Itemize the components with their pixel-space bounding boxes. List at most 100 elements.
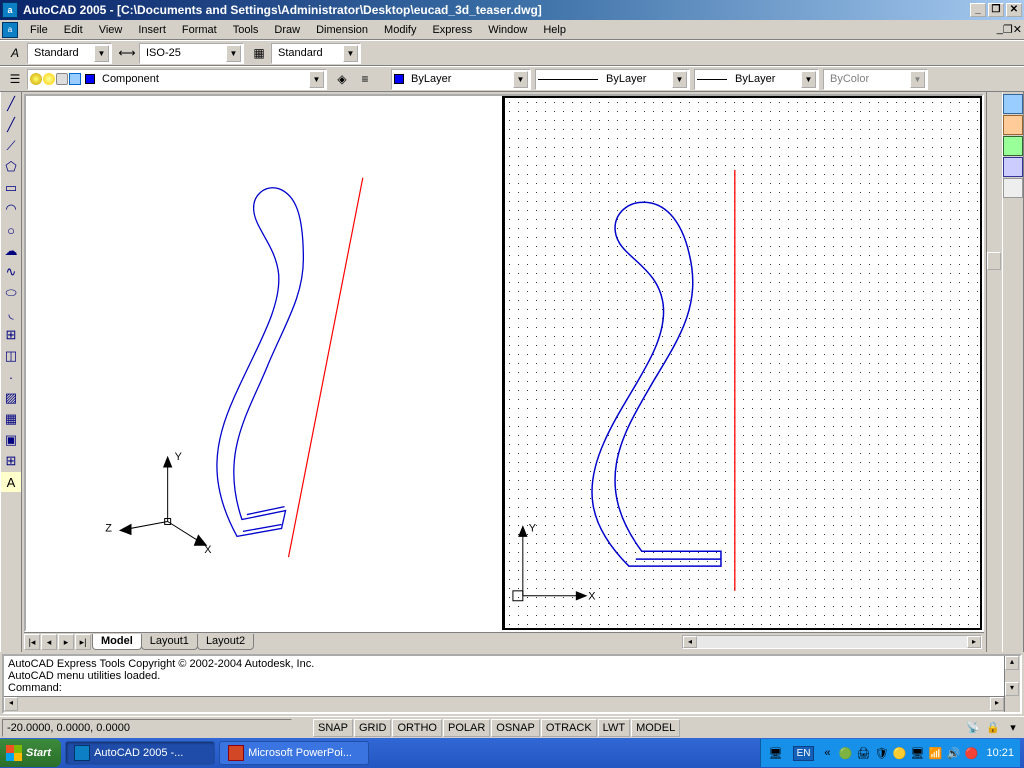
lineweight-dropdown[interactable]: ByLayer ▼ bbox=[694, 69, 819, 90]
ellipse-icon[interactable]: ⬭ bbox=[1, 283, 21, 303]
menu-tools[interactable]: Tools bbox=[225, 22, 267, 38]
dropdown-arrow-icon[interactable]: ▼ bbox=[672, 71, 687, 88]
make-block-icon[interactable]: ◫ bbox=[1, 346, 21, 366]
restore-button[interactable]: ❐ bbox=[988, 3, 1004, 17]
palette-icon[interactable] bbox=[1003, 94, 1023, 114]
circle-icon[interactable]: ○ bbox=[1, 220, 21, 240]
text-style-icon[interactable]: A bbox=[4, 42, 26, 64]
cmd-v-scrollbar[interactable]: ▴ ▾ bbox=[1004, 656, 1020, 712]
tray-icon[interactable]: 🛡 bbox=[873, 745, 889, 761]
arc-icon[interactable]: ◠ bbox=[1, 199, 21, 219]
dropdown-arrow-icon[interactable]: ▼ bbox=[309, 71, 324, 88]
cmd-h-scrollbar[interactable]: ◂▸ bbox=[4, 696, 1004, 712]
viewport-right[interactable]: Y X bbox=[503, 96, 983, 630]
menu-draw[interactable]: Draw bbox=[266, 22, 308, 38]
region-icon[interactable]: ▣ bbox=[1, 430, 21, 450]
rectangle-icon[interactable]: ▭ bbox=[1, 178, 21, 198]
table-style-dropdown[interactable]: Standard ▼ bbox=[271, 43, 361, 64]
palette-icon[interactable] bbox=[1003, 178, 1023, 198]
start-button[interactable]: Start bbox=[0, 739, 61, 767]
table-style-icon[interactable]: ▦ bbox=[248, 42, 270, 64]
tray-icon[interactable]: 🔊 bbox=[945, 745, 961, 761]
v-scrollbar[interactable] bbox=[986, 92, 1002, 652]
palette-icon[interactable] bbox=[1003, 115, 1023, 135]
language-indicator[interactable]: EN bbox=[793, 746, 815, 761]
h-scrollbar[interactable]: ◂▸ bbox=[253, 635, 984, 649]
dim-style-dropdown[interactable]: ISO-25 ▼ bbox=[139, 43, 244, 64]
dropdown-arrow-icon[interactable]: ▼ bbox=[94, 45, 109, 62]
polygon-icon[interactable]: ⬠ bbox=[1, 157, 21, 177]
menu-modify[interactable]: Modify bbox=[376, 22, 424, 38]
mtext-icon[interactable]: A bbox=[1, 472, 21, 492]
revcloud-icon[interactable]: ☁ bbox=[1, 241, 21, 261]
comm-center-icon[interactable]: 📡 bbox=[964, 719, 982, 737]
tab-prev-icon[interactable]: ◂ bbox=[41, 634, 57, 650]
menu-window[interactable]: Window bbox=[480, 22, 535, 38]
pline-icon[interactable]: ⟋ bbox=[1, 136, 21, 156]
minimize-button[interactable]: _ bbox=[970, 3, 986, 17]
layer-previous-icon[interactable]: ◈ bbox=[331, 68, 353, 90]
menu-insert[interactable]: Insert bbox=[130, 22, 174, 38]
tray-icon[interactable]: 🟡 bbox=[891, 745, 907, 761]
command-line[interactable]: AutoCAD Express Tools Copyright © 2002-2… bbox=[2, 654, 1022, 714]
spline-icon[interactable]: ∿ bbox=[1, 262, 21, 282]
tab-model[interactable]: Model bbox=[92, 634, 142, 650]
menu-express[interactable]: Express bbox=[424, 22, 480, 38]
coordinates[interactable]: -20.0000, 0.0000, 0.0000 bbox=[2, 719, 292, 737]
scroll-thumb[interactable] bbox=[987, 252, 1001, 270]
mode-lwt[interactable]: LWT bbox=[598, 719, 630, 737]
mode-model[interactable]: MODEL bbox=[631, 719, 680, 737]
menu-format[interactable]: Format bbox=[174, 22, 225, 38]
mode-grid[interactable]: GRID bbox=[354, 719, 392, 737]
menu-file[interactable]: File bbox=[22, 22, 56, 38]
dropdown-arrow-icon[interactable]: ▼ bbox=[801, 71, 816, 88]
taskbar-item-powerpoint[interactable]: Microsoft PowerPoi... bbox=[219, 741, 369, 765]
mode-osnap[interactable]: OSNAP bbox=[491, 719, 540, 737]
text-style-dropdown[interactable]: Standard ▼ bbox=[27, 43, 112, 64]
tab-layout1[interactable]: Layout1 bbox=[141, 634, 198, 650]
menu-dimension[interactable]: Dimension bbox=[308, 22, 376, 38]
doc-restore-button[interactable]: ❐ bbox=[1003, 23, 1013, 36]
point-icon[interactable]: · bbox=[1, 367, 21, 387]
insert-block-icon[interactable]: ⊞ bbox=[1, 325, 21, 345]
chevron-icon[interactable]: « bbox=[819, 745, 835, 761]
dropdown-arrow-icon[interactable]: ▼ bbox=[910, 71, 925, 88]
tray-icon[interactable]: 🔴 bbox=[963, 745, 979, 761]
tab-next-icon[interactable]: ▸ bbox=[58, 634, 74, 650]
taskbar-item-autocad[interactable]: AutoCAD 2005 -... bbox=[65, 741, 215, 765]
xline-icon[interactable]: ╱ bbox=[1, 115, 21, 135]
mode-ortho[interactable]: ORTHO bbox=[392, 719, 442, 737]
mode-snap[interactable]: SNAP bbox=[313, 719, 353, 737]
tab-first-icon[interactable]: |◂ bbox=[24, 634, 40, 650]
desktop-icon[interactable]: 🖥 bbox=[768, 745, 784, 761]
hatch-icon[interactable]: ▨ bbox=[1, 388, 21, 408]
viewport-left[interactable]: Y X Z bbox=[26, 96, 503, 630]
menu-help[interactable]: Help bbox=[535, 22, 574, 38]
tray-menu-icon[interactable]: ▾ bbox=[1004, 719, 1022, 737]
dropdown-arrow-icon[interactable]: ▼ bbox=[513, 71, 528, 88]
layer-manager-icon[interactable]: ☰ bbox=[4, 68, 26, 90]
tray-icon[interactable]: 🖥 bbox=[909, 745, 925, 761]
tray-icon[interactable]: 🟢 bbox=[837, 745, 853, 761]
color-dropdown[interactable]: ByLayer ▼ bbox=[391, 69, 531, 90]
dropdown-arrow-icon[interactable]: ▼ bbox=[226, 45, 241, 62]
layer-dropdown[interactable]: Component ▼ bbox=[27, 69, 327, 90]
linetype-dropdown[interactable]: ByLayer ▼ bbox=[535, 69, 690, 90]
lock-icon[interactable]: 🔒 bbox=[984, 719, 1002, 737]
line-icon[interactable]: ╱ bbox=[1, 94, 21, 114]
tab-layout2[interactable]: Layout2 bbox=[197, 634, 254, 650]
tab-last-icon[interactable]: ▸| bbox=[75, 634, 91, 650]
doc-icon[interactable]: a bbox=[2, 22, 18, 38]
table-icon[interactable]: ⊞ bbox=[1, 451, 21, 471]
palette-icon[interactable] bbox=[1003, 136, 1023, 156]
menu-view[interactable]: View bbox=[91, 22, 131, 38]
plotstyle-dropdown[interactable]: ByColor ▼ bbox=[823, 69, 928, 90]
close-button[interactable]: ✕ bbox=[1006, 3, 1022, 17]
menu-edit[interactable]: Edit bbox=[56, 22, 91, 38]
dim-style-icon[interactable]: ⟷ bbox=[116, 42, 138, 64]
mode-polar[interactable]: POLAR bbox=[443, 719, 490, 737]
ellipse-arc-icon[interactable]: ◟ bbox=[1, 304, 21, 324]
palette-icon[interactable] bbox=[1003, 157, 1023, 177]
gradient-icon[interactable]: ▦ bbox=[1, 409, 21, 429]
dropdown-arrow-icon[interactable]: ▼ bbox=[343, 45, 358, 62]
